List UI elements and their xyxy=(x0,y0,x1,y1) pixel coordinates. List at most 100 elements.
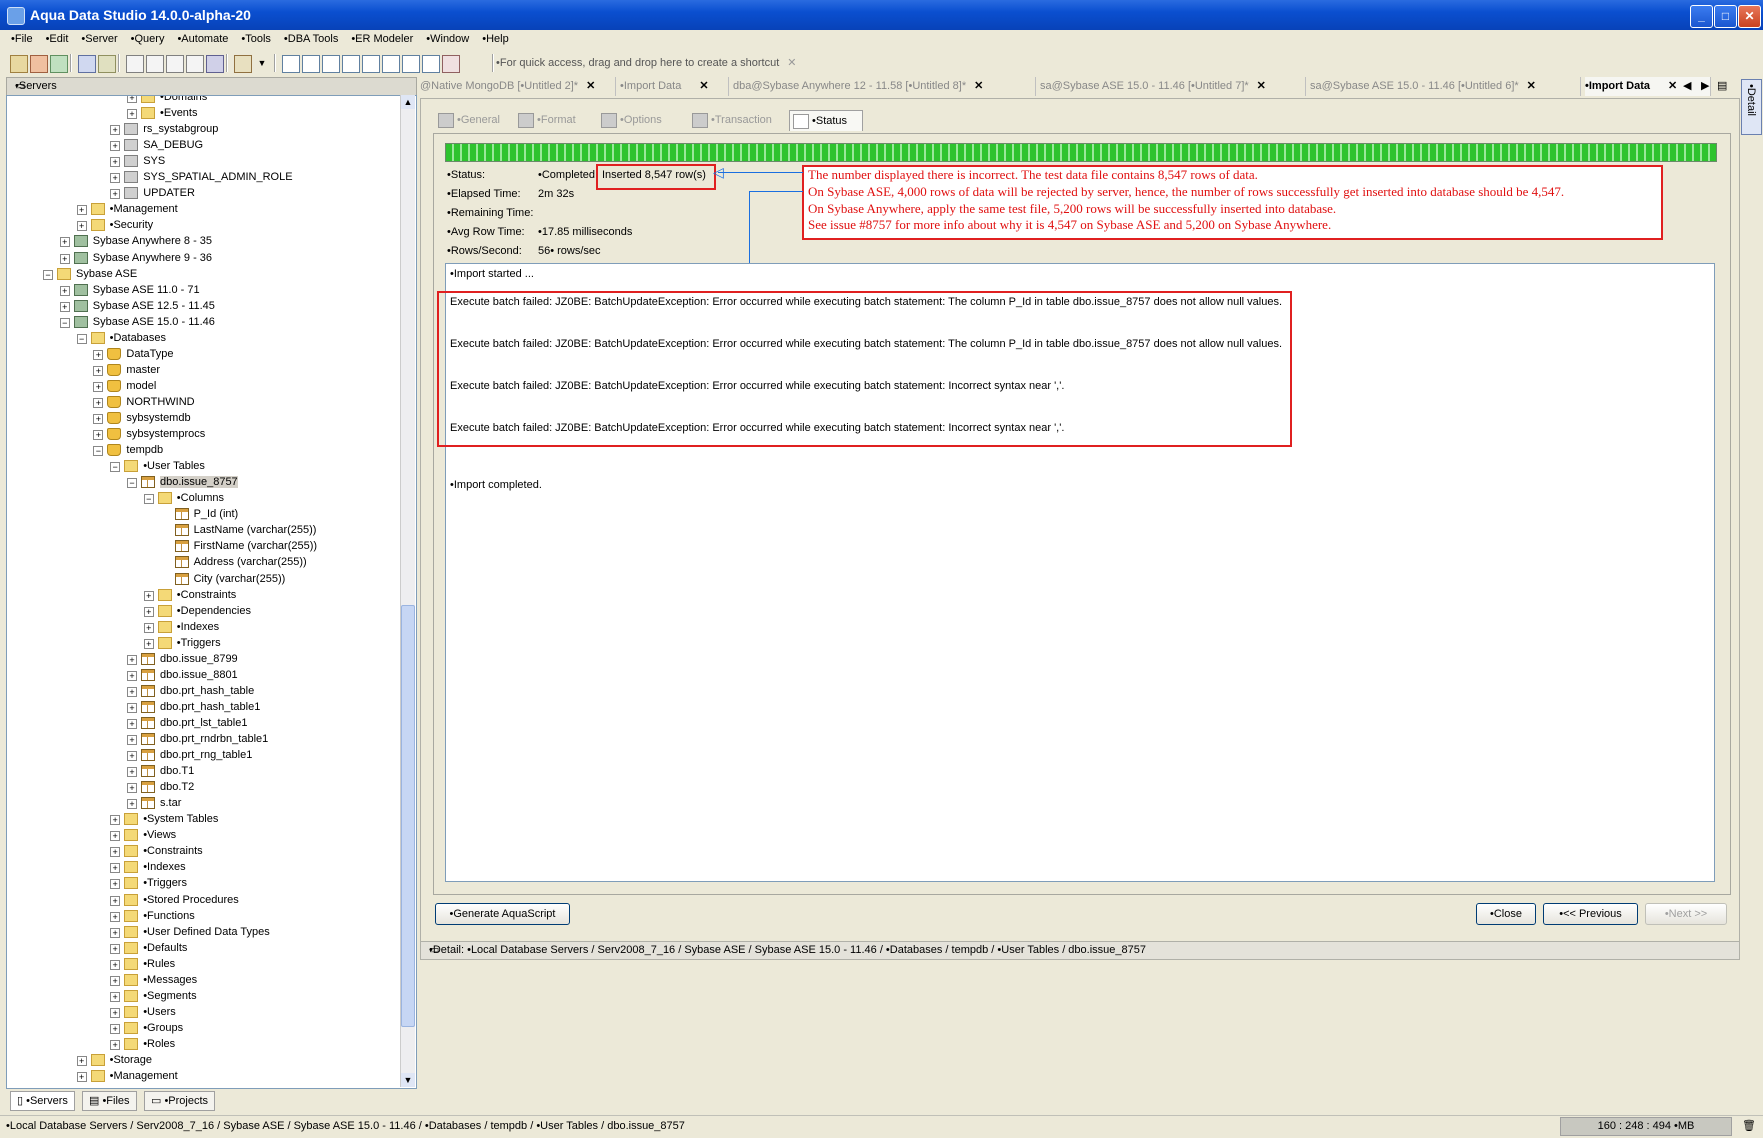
grid-icon[interactable] xyxy=(362,55,380,73)
expand-icon[interactable]: − xyxy=(127,478,137,489)
expand-icon[interactable]: + xyxy=(127,96,137,103)
expand-icon[interactable]: + xyxy=(110,959,121,970)
grid-icon[interactable] xyxy=(282,55,300,73)
query-icon[interactable] xyxy=(98,55,116,73)
expand-icon[interactable]: + xyxy=(110,943,121,954)
expand-icon[interactable]: + xyxy=(110,847,121,858)
expand-icon[interactable]: + xyxy=(59,301,70,312)
save-icon[interactable] xyxy=(50,55,68,73)
expand-icon[interactable]: + xyxy=(127,654,137,665)
menu-window[interactable]: •Window xyxy=(419,31,475,45)
expand-icon[interactable]: + xyxy=(127,702,137,713)
maximize-button[interactable]: □ xyxy=(1714,5,1737,28)
expand-icon[interactable]: + xyxy=(110,1039,121,1050)
scroll-up-icon[interactable]: ▲ xyxy=(401,95,415,109)
trash-icon[interactable]: 🗑 xyxy=(1742,1119,1756,1132)
expand-icon[interactable]: + xyxy=(59,237,70,248)
close-icon[interactable]: ✕ xyxy=(787,57,796,69)
window-icon[interactable] xyxy=(146,55,164,73)
close-tab-icon[interactable]: ✕ xyxy=(586,80,595,92)
expand-icon[interactable]: + xyxy=(127,109,137,120)
expand-icon[interactable]: + xyxy=(110,1007,121,1018)
expand-icon[interactable]: + xyxy=(110,927,121,938)
doc-tab-import-data-active[interactable]: •Import Data ✕ xyxy=(1585,77,1711,96)
menu-edit[interactable]: •Edit xyxy=(39,31,75,45)
server-tree[interactable]: + •Domains + •Events + rs_systabgroup + SA_DEBU… xyxy=(6,95,417,1089)
restore-icon[interactable]: ▭ xyxy=(15,79,410,92)
doc-tab-sybase-ase-6[interactable]: sa@Sybase ASE 15.0 - 11.46 [•Untitled 6]… xyxy=(1310,77,1581,96)
expand-icon[interactable]: + xyxy=(110,141,121,152)
menu-automate[interactable]: •Automate xyxy=(170,31,234,45)
tree-scroll-thumb[interactable] xyxy=(401,605,415,1027)
menu-file[interactable]: •File xyxy=(4,31,39,45)
expand-icon[interactable]: − xyxy=(110,462,121,473)
expand-icon[interactable]: + xyxy=(143,590,154,601)
restore-icon[interactable]: ▭ xyxy=(429,943,1733,956)
expand-icon[interactable]: + xyxy=(76,221,87,232)
expand-icon[interactable]: + xyxy=(127,670,137,681)
expand-icon[interactable]: + xyxy=(93,365,104,376)
expand-icon[interactable]: + xyxy=(127,751,137,762)
window-icon[interactable] xyxy=(206,55,224,73)
scroll-down-icon[interactable]: ▼ xyxy=(401,1073,415,1087)
grid-icon[interactable] xyxy=(422,55,440,73)
tab-transaction[interactable]: •Transaction xyxy=(689,110,801,130)
expand-icon[interactable]: + xyxy=(127,783,137,794)
expand-icon[interactable]: + xyxy=(93,349,104,360)
menu-dba-tools[interactable]: •DBA Tools xyxy=(277,31,344,45)
expand-icon[interactable]: − xyxy=(43,269,53,280)
menu-er-modeler[interactable]: •ER Modeler xyxy=(344,31,419,45)
close-tab-icon[interactable]: ✕ xyxy=(1527,80,1536,92)
expand-icon[interactable]: + xyxy=(93,430,104,441)
tab-format[interactable]: •Format xyxy=(515,110,599,130)
grid-icon[interactable] xyxy=(322,55,340,73)
expand-icon[interactable]: + xyxy=(59,253,70,264)
tools-icon[interactable] xyxy=(234,55,252,73)
tab-scroll-left-icon[interactable]: ◀ xyxy=(1683,79,1691,92)
tab-status[interactable]: •Status xyxy=(789,110,863,131)
expand-icon[interactable]: + xyxy=(110,1023,121,1034)
close-window-button[interactable]: ✕ xyxy=(1738,5,1761,28)
menu-tools[interactable]: •Tools xyxy=(234,31,277,45)
close-button[interactable]: •Close xyxy=(1476,903,1536,925)
open-icon[interactable] xyxy=(30,55,48,73)
close-tab-icon[interactable]: ✕ xyxy=(1668,80,1677,92)
tab-projects[interactable]: ▭ •Projects xyxy=(144,1091,216,1111)
doc-tab-import-data[interactable]: •Import Data ✕ xyxy=(620,77,729,96)
close-tab-icon[interactable]: ✕ xyxy=(974,80,983,92)
expand-icon[interactable]: + xyxy=(93,414,104,424)
expand-icon[interactable]: + xyxy=(143,622,154,633)
expand-icon[interactable]: − xyxy=(76,333,87,344)
expand-icon[interactable]: + xyxy=(127,767,137,778)
expand-icon[interactable]: + xyxy=(110,815,121,826)
previous-button[interactable]: •<< Previous xyxy=(1543,903,1638,925)
expand-icon[interactable]: − xyxy=(143,494,154,505)
expand-icon[interactable]: − xyxy=(93,446,104,457)
expand-icon[interactable]: + xyxy=(110,895,121,906)
expand-icon[interactable]: + xyxy=(127,799,137,810)
window-icon[interactable] xyxy=(186,55,204,73)
expand-icon[interactable]: + xyxy=(110,189,121,200)
tab-files[interactable]: ▤ •Files xyxy=(82,1091,137,1111)
generate-aquascript-button[interactable]: •Generate AquaScript xyxy=(435,903,570,925)
expand-icon[interactable]: + xyxy=(76,1072,87,1083)
new-icon[interactable] xyxy=(10,55,28,73)
menu-query[interactable]: •Query xyxy=(124,31,171,45)
expand-icon[interactable]: + xyxy=(93,397,104,408)
expand-icon[interactable]: + xyxy=(127,735,137,745)
minimize-button[interactable]: _ xyxy=(1690,5,1713,28)
expand-icon[interactable]: + xyxy=(110,911,121,922)
menu-help[interactable]: •Help xyxy=(475,31,514,45)
grid-icon[interactable] xyxy=(442,55,460,73)
tab-list-icon[interactable]: ▤ xyxy=(1717,79,1727,92)
server-icon[interactable] xyxy=(78,55,96,73)
expand-icon[interactable]: + xyxy=(76,1056,87,1066)
expand-icon[interactable]: + xyxy=(110,975,121,986)
expand-icon[interactable]: + xyxy=(110,879,121,890)
expand-icon[interactable]: + xyxy=(110,863,121,874)
expand-icon[interactable]: + xyxy=(143,638,154,649)
doc-tab-sybase-anywhere[interactable]: dba@Sybase Anywhere 12 - 11.58 [•Untitle… xyxy=(733,77,1036,96)
expand-icon[interactable]: + xyxy=(110,125,121,136)
grid-icon[interactable] xyxy=(342,55,360,73)
close-tab-icon[interactable]: ✕ xyxy=(699,80,708,92)
